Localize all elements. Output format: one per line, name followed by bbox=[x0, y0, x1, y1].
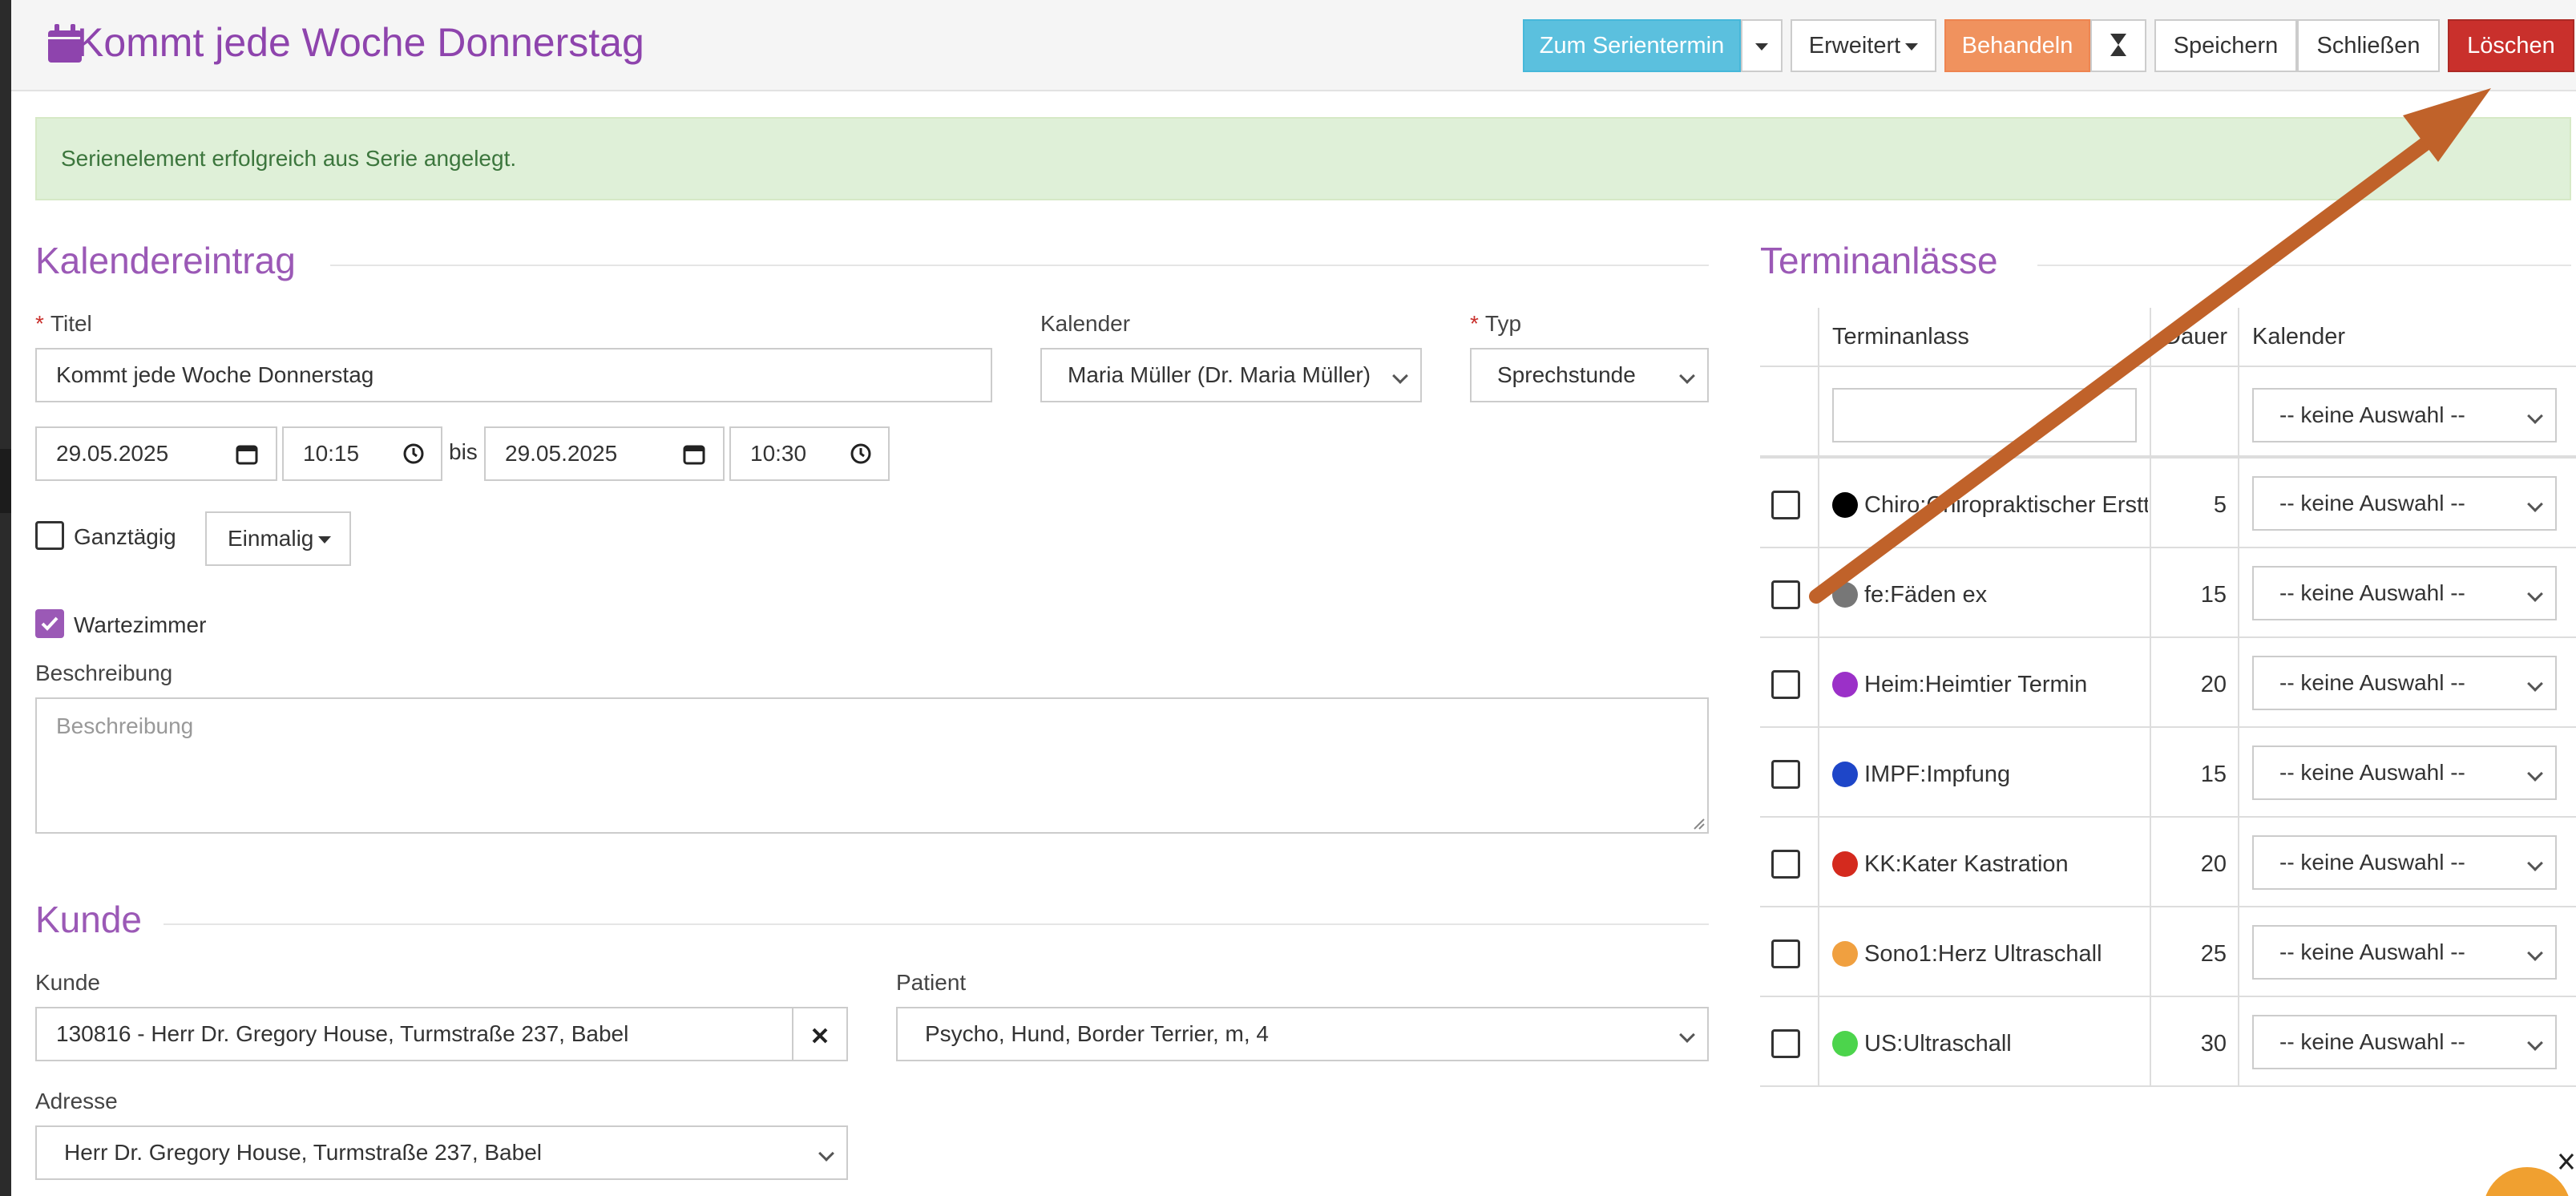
annotation-arrow-line bbox=[1809, 116, 2460, 604]
annotation-arrow-overlay bbox=[1809, 88, 2491, 604]
close-icon[interactable] bbox=[2558, 1151, 2574, 1174]
